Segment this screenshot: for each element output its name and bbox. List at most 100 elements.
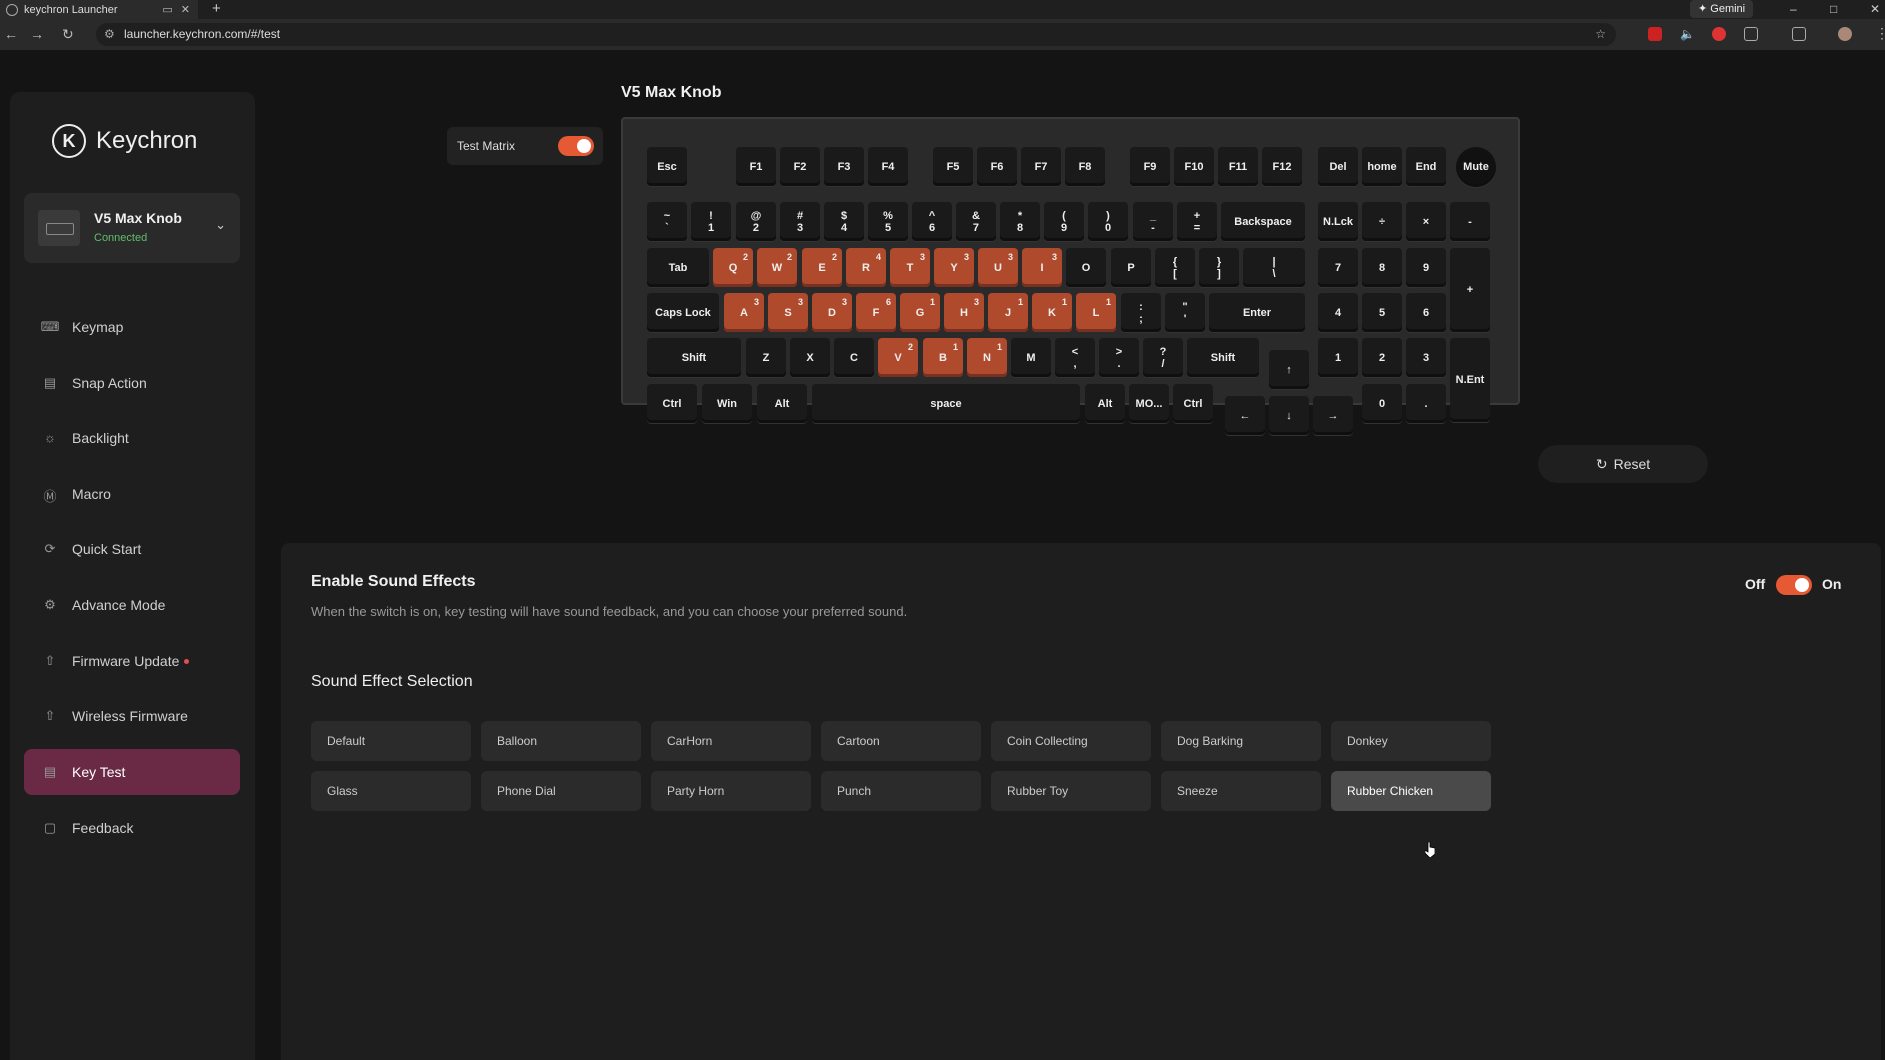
key[interactable]: X [790,338,830,377]
reset-button[interactable]: ↻ Reset [1538,445,1708,483]
browser-tab[interactable]: keychron Launcher ▭ ✕ [0,0,198,19]
key[interactable]: F12 [1262,147,1302,186]
key[interactable]: P [1111,248,1151,287]
key[interactable]: - [1450,202,1490,241]
key[interactable]: C [834,338,874,377]
key[interactable]: Alt [757,384,807,423]
sidebar-item-snap-action[interactable]: ▤ Snap Action [24,360,240,406]
sidebar-item-wireless-firmware[interactable]: ⇧ Wireless Firmware [24,693,240,739]
sound-option-button[interactable]: Coin Collecting [991,721,1151,761]
key[interactable]: ! 1 [691,202,731,241]
key[interactable]: Caps Lock [647,293,719,332]
key[interactable]: # 3 [780,202,820,241]
back-icon[interactable]: ← [4,26,18,42]
sidebar-item-keymap[interactable]: ⌨ Keymap [24,304,240,350]
sound-option-button[interactable]: Rubber Chicken [1331,771,1491,811]
sidebar-item-quick-start[interactable]: ⟳ Quick Start [24,526,240,572]
key[interactable]: U3 [978,248,1018,287]
key[interactable]: G1 [900,293,940,332]
key[interactable]: " ' [1165,293,1205,332]
key[interactable]: home [1362,147,1402,186]
key[interactable]: * 8 [1000,202,1040,241]
key[interactable]: O [1066,248,1106,287]
key[interactable]: ↑ [1269,350,1309,389]
sound-option-button[interactable]: Glass [311,771,471,811]
key[interactable]: Shift [1187,338,1259,377]
key[interactable]: Y3 [934,248,974,287]
key[interactable]: MO... [1129,384,1169,423]
key[interactable]: | \ [1243,248,1305,287]
sidebar-item-advance-mode[interactable]: ⚙ Advance Mode [24,582,240,628]
key[interactable]: $ 4 [824,202,864,241]
forward-icon[interactable]: → [30,26,44,42]
key[interactable]: + = [1177,202,1217,241]
record-icon[interactable] [1712,27,1726,41]
key[interactable]: Alt [1085,384,1125,423]
new-tab-button[interactable]: + [212,0,221,18]
key[interactable]: + [1450,248,1490,332]
sound-option-button[interactable]: Party Horn [651,771,811,811]
key[interactable]: { [ [1155,248,1195,287]
key[interactable]: B1 [923,338,963,377]
key[interactable]: W2 [757,248,797,287]
key[interactable]: Win [702,384,752,423]
key[interactable]: ↓ [1269,396,1309,435]
key[interactable]: 4 [1318,293,1358,332]
key[interactable]: } ] [1199,248,1239,287]
key[interactable]: 1 [1318,338,1358,377]
close-window-button[interactable]: ✕ [1870,0,1880,18]
key[interactable]: I3 [1022,248,1062,287]
sidebar-item-key-test[interactable]: ▤ Key Test [24,749,240,795]
key[interactable]: > . [1099,338,1139,377]
key[interactable]: . [1406,384,1446,423]
key[interactable]: Z [746,338,786,377]
key[interactable]: 9 [1406,248,1446,287]
key[interactable]: 8 [1362,248,1402,287]
key[interactable]: F2 [780,147,820,186]
key[interactable]: 2 [1362,338,1402,377]
key[interactable]: K1 [1032,293,1072,332]
key[interactable]: R4 [846,248,886,287]
key[interactable]: N.Ent [1450,338,1490,422]
sidepanel-icon[interactable] [1792,27,1806,41]
key[interactable]: & 7 [956,202,996,241]
key[interactable]: F10 [1174,147,1214,186]
key[interactable]: ) 0 [1088,202,1128,241]
key[interactable]: F8 [1065,147,1105,186]
key[interactable]: Ctrl [647,384,697,423]
bookmark-star-icon[interactable]: ☆ [1595,23,1606,46]
key[interactable]: F6 [856,293,896,332]
key[interactable]: Enter [1209,293,1305,332]
key[interactable]: Shift [647,338,741,377]
key[interactable]: ← [1225,396,1265,435]
key[interactable]: N1 [967,338,1007,377]
gemini-button[interactable]: ✦ Gemini [1690,0,1754,18]
key[interactable]: : ; [1121,293,1161,332]
key[interactable]: × [1406,202,1446,241]
key[interactable]: E2 [802,248,842,287]
sound-effects-toggle[interactable] [1776,575,1812,595]
key[interactable]: V2 [878,338,918,377]
key[interactable]: ÷ [1362,202,1402,241]
maximize-button[interactable]: □ [1830,0,1837,18]
key[interactable]: F11 [1218,147,1258,186]
key[interactable]: L1 [1076,293,1116,332]
key[interactable]: M [1011,338,1051,377]
sidebar-item-backlight[interactable]: ☼ Backlight [24,415,240,461]
sound-option-button[interactable]: Rubber Toy [991,771,1151,811]
key[interactable]: F5 [933,147,973,186]
test-matrix-toggle[interactable] [558,136,594,156]
key[interactable]: ( 9 [1044,202,1084,241]
key[interactable]: Esc [647,147,687,186]
key[interactable]: F1 [736,147,776,186]
key[interactable]: H3 [944,293,984,332]
key[interactable]: 7 [1318,248,1358,287]
key[interactable]: A3 [724,293,764,332]
menu-kebab-icon[interactable]: ⋮ [1875,25,1885,42]
key[interactable]: Ctrl [1173,384,1213,423]
profile-avatar[interactable] [1838,27,1852,41]
reload-icon[interactable]: ↻ [62,26,74,43]
extension-red-icon[interactable] [1648,27,1662,41]
key[interactable]: Tab [647,248,709,287]
sound-option-button[interactable]: Dog Barking [1161,721,1321,761]
